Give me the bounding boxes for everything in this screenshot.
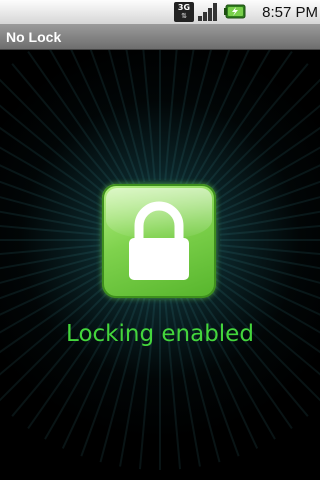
battery-charging-icon xyxy=(224,4,246,19)
signal-strength-icon xyxy=(198,3,217,21)
glow-ray xyxy=(0,104,115,203)
network-type-label: 3G xyxy=(177,3,191,12)
lock-toggle-button[interactable] xyxy=(102,184,216,298)
glow-ray xyxy=(164,50,178,181)
title-bar: No Lock xyxy=(0,25,320,50)
main-content: Locking enabled xyxy=(0,50,320,480)
glow-ray xyxy=(44,291,131,440)
glow-ray xyxy=(189,291,276,440)
glow-ray xyxy=(211,146,320,211)
app-title: No Lock xyxy=(6,29,62,45)
clock-time: 8:57 PM xyxy=(262,4,318,21)
network-3g-icon: 3G ⇅ xyxy=(174,2,194,22)
status-bar: 3G ⇅ 8:57 PM xyxy=(0,0,320,25)
lock-icon xyxy=(129,201,189,280)
glow-ray xyxy=(142,50,156,181)
locking-status-text: Locking enabled xyxy=(66,321,254,347)
glow-ray xyxy=(205,104,320,203)
glow-ray xyxy=(0,146,109,211)
